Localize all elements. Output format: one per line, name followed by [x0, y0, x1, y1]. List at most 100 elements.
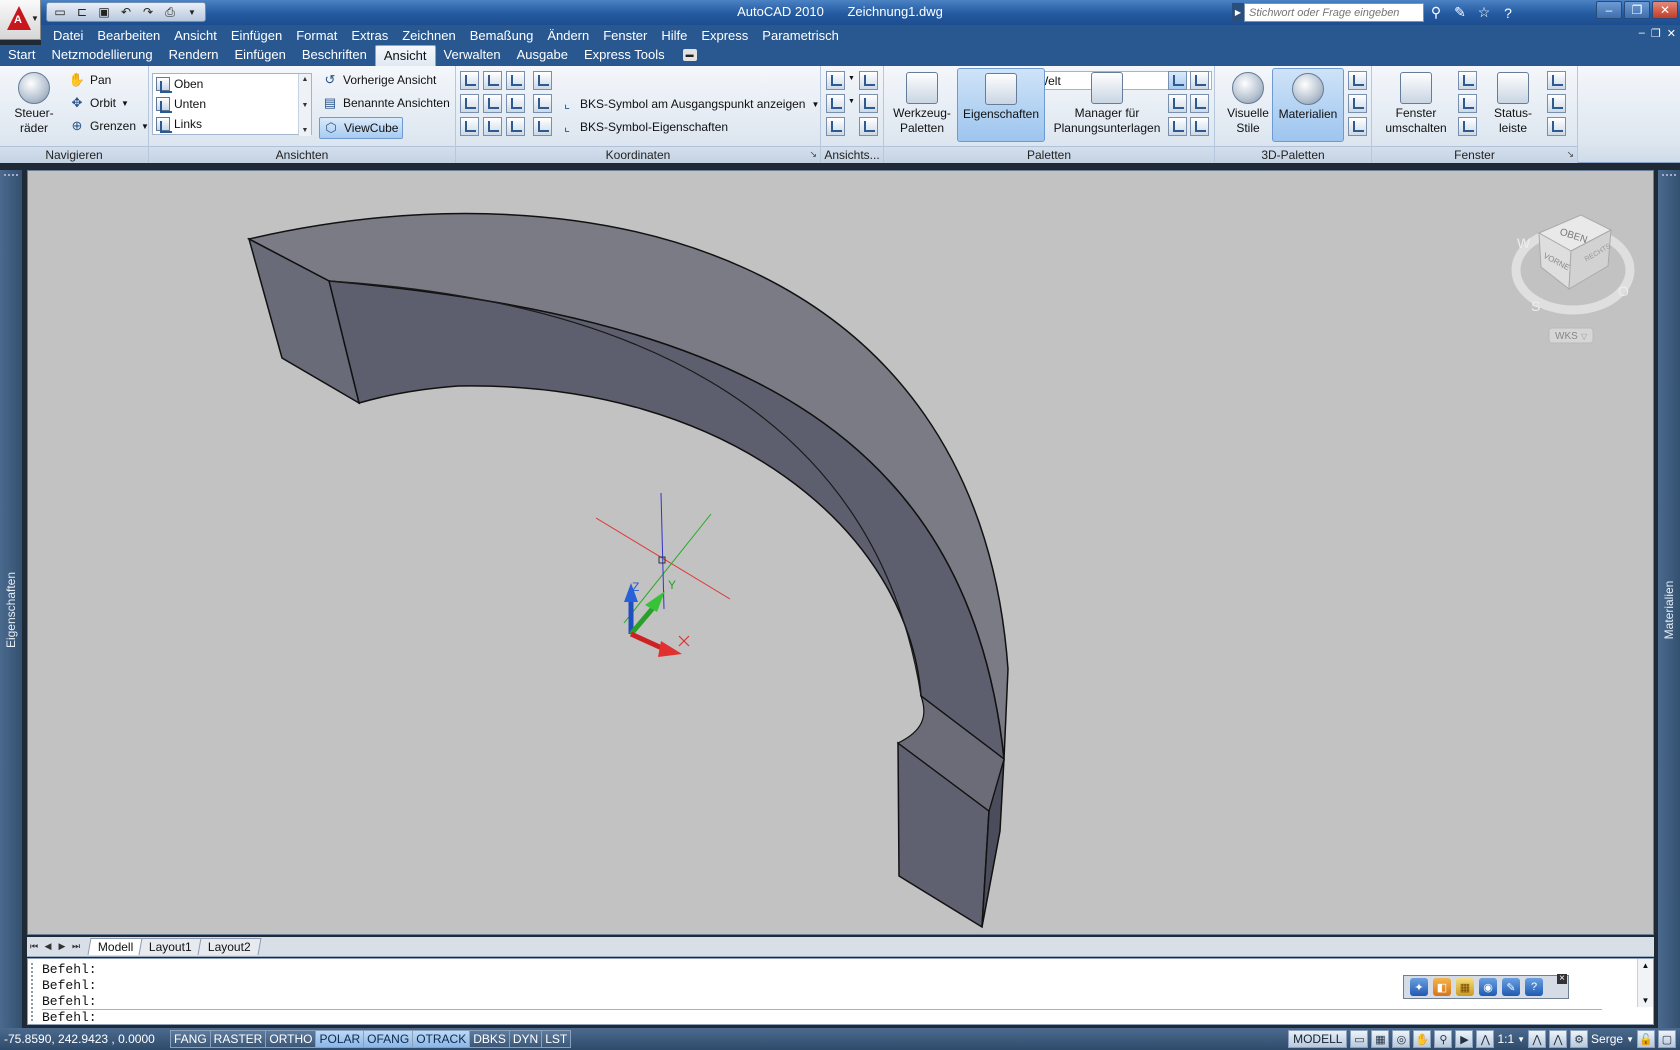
panel-launcher-icon[interactable]: ↘	[1566, 149, 1574, 160]
scroll-down-icon[interactable]: ▼	[302, 102, 309, 109]
menu-format[interactable]: Format	[296, 28, 337, 43]
menu-fenster[interactable]: Fenster	[603, 28, 647, 43]
compass-o-label[interactable]: O	[1618, 283, 1629, 299]
design-center-icon[interactable]	[1168, 71, 1187, 90]
prev-tab-icon[interactable]: ◀	[41, 940, 55, 954]
views-list-scrollbar[interactable]: ▲ ▼ ▼	[298, 74, 311, 136]
tab-netzmodellierung[interactable]: Netzmodellierung	[43, 45, 160, 66]
viewport-join-icon[interactable]	[859, 94, 878, 113]
ucs-x-icon[interactable]	[460, 94, 479, 113]
help-toolbar-icon[interactable]: ?	[1525, 978, 1543, 996]
quick-view-drawings-icon[interactable]: ▦	[1371, 1030, 1390, 1048]
tool-palettes-button[interactable]: Werkzeug- Paletten	[889, 68, 955, 142]
menu-express[interactable]: Express	[701, 28, 748, 43]
ucs-properties-button[interactable]: ⌞ BKS-Symbol-Eigenschaften	[558, 118, 728, 136]
ucs-axis-icon[interactable]	[533, 71, 552, 90]
status-toggle-raster[interactable]: RASTER	[209, 1030, 266, 1048]
materials-palette-collapsed[interactable]: Materialien	[1658, 170, 1680, 1050]
external-refs-icon[interactable]	[1168, 117, 1187, 136]
tab-einfuegen[interactable]: Einfügen	[227, 45, 294, 66]
showmotion-icon[interactable]: ▶	[1455, 1030, 1474, 1048]
doc-minimize-icon[interactable]: –	[1639, 27, 1645, 40]
database-toolbar-icon[interactable]: ▦	[1456, 978, 1474, 996]
layout-tab-layout2[interactable]: Layout2	[197, 938, 262, 955]
annotation-scale-value[interactable]: 1:1	[1497, 1032, 1514, 1046]
search-expand-icon[interactable]: ▶	[1232, 3, 1244, 22]
status-toggle-polar[interactable]: POLAR	[315, 1030, 364, 1048]
status-toggle-otrack[interactable]: OTRACK	[412, 1030, 470, 1048]
close-icon[interactable]: ×	[1557, 974, 1567, 984]
layout-tab-layout1[interactable]: Layout1	[138, 938, 203, 955]
solid-inner-face[interactable]	[328, 280, 1005, 761]
layout-tab-modell[interactable]: Modell	[87, 938, 144, 955]
markup-icon[interactable]	[1190, 71, 1209, 90]
star-icon[interactable]: ☆	[1474, 3, 1494, 22]
previous-view-button[interactable]: ↺ Vorherige Ansicht	[321, 71, 437, 89]
tile-horizontal-icon[interactable]	[1458, 71, 1477, 90]
panel-launcher-icon[interactable]: ↘	[809, 149, 817, 160]
properties-button[interactable]: Eigenschaften	[957, 68, 1045, 142]
command-window-grip[interactable]	[31, 963, 39, 1021]
status-toggle-dbks[interactable]: DBKS	[469, 1030, 509, 1048]
scroll-down-icon[interactable]: ▼	[1642, 996, 1650, 1005]
ucs-view-icon[interactable]	[460, 117, 479, 136]
named-views-button[interactable]: ▤ Benannte Ansichten	[321, 94, 450, 112]
render-env-icon[interactable]	[1348, 94, 1367, 113]
view-item-oben[interactable]: Oben	[153, 74, 311, 94]
workspace-name[interactable]: Serge	[1591, 1032, 1623, 1046]
viewcube[interactable]: OBEN VORNE RECHTS W S O WKS ▽	[1511, 214, 1635, 344]
first-tab-icon[interactable]: ⏮	[27, 940, 41, 954]
tile-vertical-icon[interactable]	[1458, 94, 1477, 113]
cascade-icon[interactable]	[1458, 117, 1477, 136]
chevron-down-icon[interactable]: ▼	[1517, 1035, 1525, 1044]
window-lock-icon[interactable]	[1547, 94, 1566, 113]
minimize-button[interactable]: –	[1596, 1, 1622, 19]
office-toolbar-icon[interactable]: ◧	[1433, 978, 1451, 996]
compass-w-label[interactable]: W	[1517, 235, 1531, 251]
view-item-links[interactable]: Links	[153, 114, 311, 134]
drawing-viewport[interactable]: Z Y OBEN VORNE RECHTS W S O WKS ▽	[27, 170, 1654, 935]
menu-bearbeiten[interactable]: Bearbeiten	[97, 28, 160, 43]
palette-grip[interactable]	[4, 174, 18, 184]
ucs-y-icon[interactable]	[483, 94, 502, 113]
menu-bemassung[interactable]: Bemaßung	[470, 28, 534, 43]
web-toolbar-icon[interactable]: ◉	[1479, 978, 1497, 996]
render-toolbar-icon[interactable]: ✦	[1410, 978, 1428, 996]
help-icon[interactable]: ?	[1498, 3, 1518, 22]
lock-icon[interactable]: 🔓	[1637, 1030, 1655, 1048]
properties-palette-collapsed[interactable]: Eigenschaften	[0, 170, 22, 1050]
lights-icon[interactable]	[1348, 71, 1367, 90]
menu-einfuegen[interactable]: Einfügen	[231, 28, 282, 43]
toolbar-lock-icon[interactable]	[1547, 71, 1566, 90]
sun-properties-icon[interactable]	[1348, 117, 1367, 136]
chevron-down-icon[interactable]: ▼	[1626, 1035, 1634, 1044]
restore-button[interactable]: ❐	[1624, 1, 1650, 19]
scroll-up-icon[interactable]: ▲	[1642, 961, 1650, 970]
ribbon-minimize-icon[interactable]: ▬	[682, 49, 697, 61]
annotation-visibility-icon[interactable]: ⋀	[1528, 1030, 1547, 1048]
tab-rendern[interactable]: Rendern	[161, 45, 227, 66]
status-bar-button[interactable]: Status- leiste	[1482, 68, 1544, 142]
ucs-object-icon[interactable]	[483, 117, 502, 136]
annotation-scale-icon[interactable]: ⋀	[1476, 1030, 1495, 1048]
layers-icon[interactable]	[1190, 117, 1209, 136]
orbit-button[interactable]: ✥ Orbit ▼	[68, 94, 129, 112]
tab-start[interactable]: Start	[0, 45, 43, 66]
quickcalc-icon[interactable]	[1190, 94, 1209, 113]
close-button[interactable]: ✕	[1652, 1, 1678, 19]
workspace-gear-icon[interactable]: ⚙	[1570, 1030, 1589, 1048]
materials-button[interactable]: Materialien	[1272, 68, 1344, 142]
menu-datei[interactable]: Datei	[53, 28, 83, 43]
compass-s-label[interactable]: S	[1531, 298, 1540, 314]
grenzen-button[interactable]: ⊕ Grenzen ▼	[68, 117, 149, 135]
coordinate-readout[interactable]: -75.8590, 242.9423 , 0.0000	[0, 1032, 170, 1046]
status-toggle-fang[interactable]: FANG	[170, 1030, 210, 1048]
menu-aendern[interactable]: Ändern	[547, 28, 589, 43]
auto-scale-icon[interactable]: ⋀	[1549, 1030, 1568, 1048]
steering-wheels-button[interactable]: Steuer- räder	[4, 68, 64, 142]
status-toggle-dyn[interactable]: DYN	[508, 1030, 542, 1048]
status-toggle-ortho[interactable]: ORTHO	[265, 1030, 316, 1048]
pan-status-icon[interactable]: ✋	[1413, 1030, 1432, 1048]
menu-extras[interactable]: Extras	[351, 28, 388, 43]
tab-beschriften[interactable]: Beschriften	[294, 45, 375, 66]
